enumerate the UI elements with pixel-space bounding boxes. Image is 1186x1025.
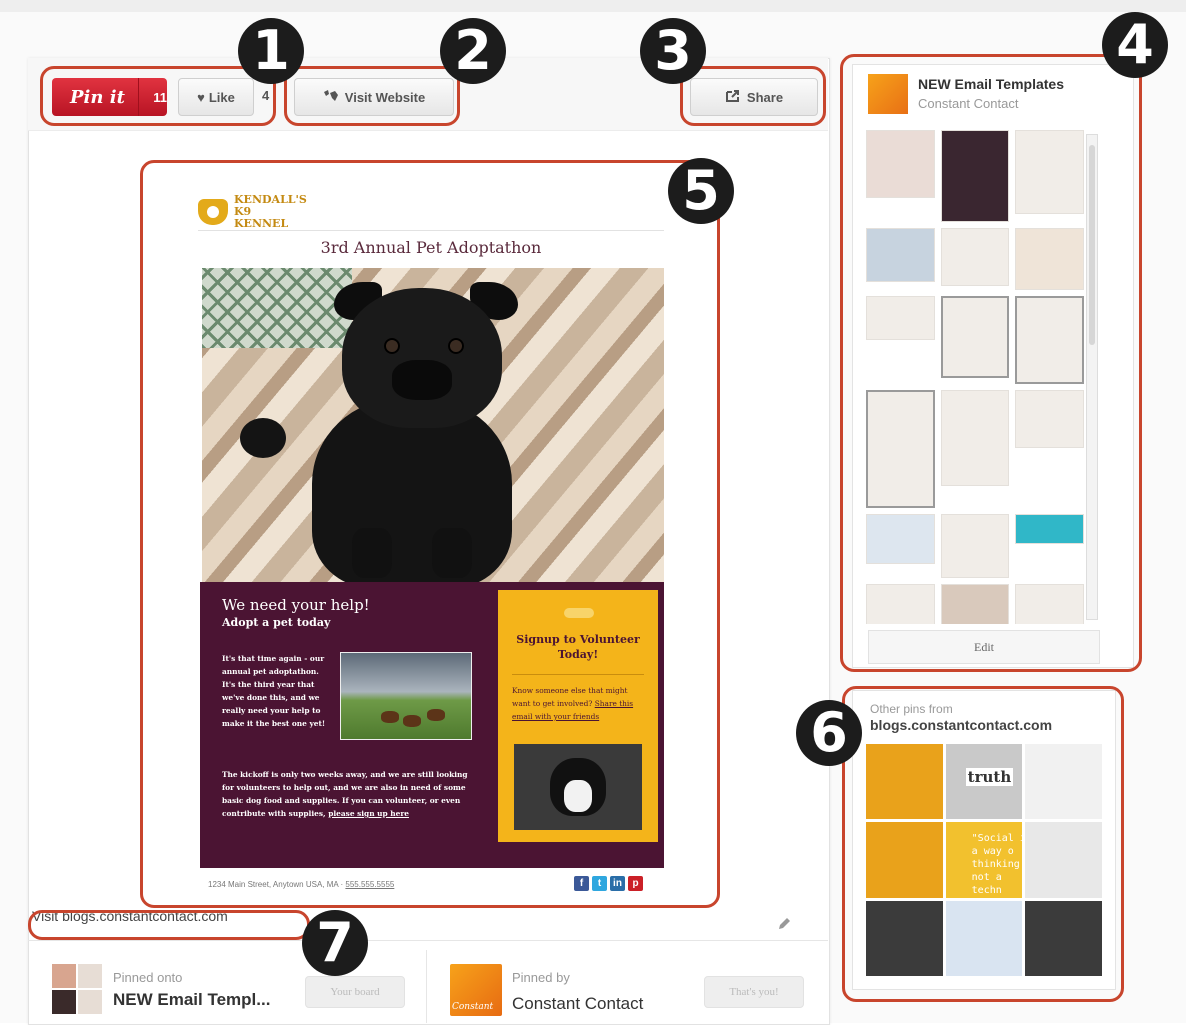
board-thumbnail[interactable]: [52, 964, 102, 1014]
highlight-board: [840, 54, 1142, 672]
constant-contact-logo[interactable]: Constant: [450, 964, 502, 1016]
callout-2: 2: [440, 18, 506, 84]
highlight-visit-website: [284, 66, 460, 126]
section-divider: [28, 940, 828, 941]
your-board-button[interactable]: Your board: [305, 976, 405, 1008]
board-thumb-tile: [52, 964, 76, 988]
callout-3: 3: [640, 18, 706, 84]
cc-logo-text: Constant: [452, 1002, 494, 1012]
callout-1: 1: [238, 18, 304, 84]
callout-7: 7: [302, 910, 368, 976]
pinned-onto-label: Pinned onto: [113, 970, 183, 985]
highlight-pin-like: [40, 66, 276, 126]
pencil-icon[interactable]: [776, 916, 792, 932]
top-strip: [0, 0, 1186, 12]
column-divider: [426, 950, 427, 1023]
pinned-onto-board[interactable]: NEW Email Templ...: [113, 990, 270, 1010]
pinned-by-name[interactable]: Constant Contact: [512, 994, 643, 1014]
board-thumb-tile: [78, 990, 102, 1014]
callout-5: 5: [668, 158, 734, 224]
pinned-by-label: Pinned by: [512, 970, 570, 985]
callout-4: 4: [1102, 12, 1168, 78]
highlight-visit-source: [28, 910, 310, 940]
thats-you-button[interactable]: That's you!: [704, 976, 804, 1008]
board-thumb-tile: [78, 964, 102, 988]
highlight-email: [140, 160, 720, 908]
highlight-share: [680, 66, 826, 126]
board-thumb-tile: [52, 990, 76, 1014]
highlight-other-pins: [842, 686, 1124, 1002]
callout-6: 6: [796, 700, 862, 766]
